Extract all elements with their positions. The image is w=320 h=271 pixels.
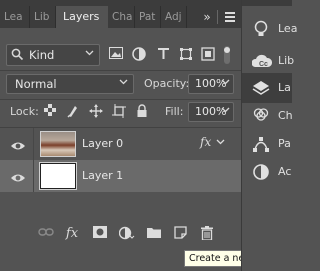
- dock-item-libraries[interactable]: Cc Lib: [242, 46, 295, 76]
- layer-name[interactable]: Layer 0: [82, 137, 123, 150]
- dock-label: Ch: [278, 109, 293, 122]
- dock-item-layers[interactable]: La: [242, 73, 292, 103]
- panel-tab-strip: Lea Lib Layers Cha Pat Adj »: [0, 0, 241, 28]
- chevron-down-icon[interactable]: [221, 105, 230, 117]
- filter-kind-value: Kind: [29, 48, 55, 62]
- channels-icon: [252, 107, 270, 125]
- dock-label: Lib: [278, 54, 295, 67]
- hamburger-menu-icon[interactable]: [219, 6, 241, 28]
- dock-label: La: [278, 81, 291, 94]
- lightbulb-icon: [252, 20, 270, 38]
- filter-toggle-switch[interactable]: [222, 46, 232, 64]
- link-layers-icon[interactable]: [37, 226, 55, 242]
- new-adjustment-layer-icon[interactable]: [118, 226, 136, 242]
- section-divider: [0, 70, 241, 71]
- smart-object-filter-icon[interactable]: [200, 47, 216, 63]
- lock-transparent-pixels-icon[interactable]: [42, 104, 58, 120]
- layer-effects-badge[interactable]: fx: [200, 135, 211, 149]
- lock-image-pixels-icon[interactable]: [65, 104, 81, 120]
- dock-item-paths[interactable]: Pa: [242, 129, 292, 159]
- svg-text:Cc: Cc: [259, 61, 268, 68]
- lock-artboard-icon[interactable]: [111, 104, 127, 120]
- layer-thumbnail-image: [40, 131, 76, 157]
- tab-paths[interactable]: Pat: [135, 6, 161, 28]
- layers-list: Layer 0 fx Layer 1: [0, 128, 241, 222]
- libraries-icon: Cc: [251, 52, 273, 70]
- chevron-down-icon: [85, 48, 94, 60]
- chevron-down-icon[interactable]: [216, 137, 225, 149]
- blend-mode-dropdown[interactable]: Normal: [6, 74, 134, 94]
- tab-adjustments[interactable]: Adj: [161, 6, 187, 28]
- image-filter-icon[interactable]: [108, 47, 124, 63]
- photoshop-layers-panel-screen: Lea Lib Layers Cha Pat Adj » Kind Normal…: [0, 0, 297, 271]
- section-divider: [0, 99, 241, 100]
- tab-learn[interactable]: Lea: [0, 6, 30, 28]
- fill-label: Fill:: [165, 105, 184, 118]
- adjustments-icon: [252, 163, 270, 181]
- adjustment-filter-icon[interactable]: [131, 47, 147, 63]
- opacity-label: Opacity:: [144, 77, 190, 90]
- lock-all-icon[interactable]: [134, 104, 150, 120]
- tab-libraries[interactable]: Lib: [30, 6, 56, 28]
- add-mask-icon[interactable]: [91, 226, 109, 242]
- new-group-icon[interactable]: [145, 226, 163, 242]
- shape-filter-icon[interactable]: [178, 47, 194, 63]
- lock-position-icon[interactable]: [88, 104, 104, 120]
- tab-layers[interactable]: Layers: [56, 6, 108, 28]
- lock-label: Lock:: [10, 105, 39, 118]
- eye-icon[interactable]: [10, 169, 26, 183]
- dock-label: Ac: [278, 165, 292, 178]
- visibility-separator: [33, 160, 34, 192]
- dock-label: Lea: [278, 22, 298, 35]
- eye-icon[interactable]: [10, 137, 26, 151]
- panel-dock: Lea Cc Lib La Ch Pa Ac: [241, 0, 297, 271]
- paths-icon: [252, 135, 270, 153]
- dock-item-adjustments[interactable]: Ac: [242, 157, 292, 187]
- opacity-field[interactable]: 100%: [188, 74, 234, 94]
- filter-kind-dropdown[interactable]: Kind: [6, 44, 100, 66]
- dock-label: Pa: [278, 137, 291, 150]
- new-layer-icon[interactable]: [171, 226, 189, 242]
- delete-layer-icon[interactable]: [198, 226, 216, 242]
- type-filter-icon[interactable]: [155, 47, 171, 63]
- layer-row-layer-0[interactable]: Layer 0 fx: [0, 128, 241, 160]
- tab-divider: [217, 10, 218, 24]
- visibility-separator: [33, 128, 34, 160]
- chevron-down-icon: [119, 77, 128, 89]
- layer-row-layer-1[interactable]: Layer 1: [0, 160, 241, 192]
- fill-field[interactable]: 100%: [188, 102, 234, 122]
- add-layer-style-icon[interactable]: fx: [63, 226, 81, 242]
- dock-item-learn[interactable]: Lea: [242, 14, 297, 44]
- search-icon: [11, 48, 24, 64]
- dock-header: [242, 0, 292, 6]
- layers-icon: [252, 79, 270, 97]
- layer-thumbnail-blank: [40, 163, 76, 189]
- chevron-down-icon[interactable]: [221, 77, 230, 89]
- collapse-panels-button[interactable]: »: [195, 6, 217, 28]
- tab-channels[interactable]: Cha: [108, 6, 135, 28]
- blend-mode-value: Normal: [15, 77, 57, 91]
- layer-name[interactable]: Layer 1: [82, 169, 123, 182]
- dock-item-channels[interactable]: Ch: [242, 101, 293, 131]
